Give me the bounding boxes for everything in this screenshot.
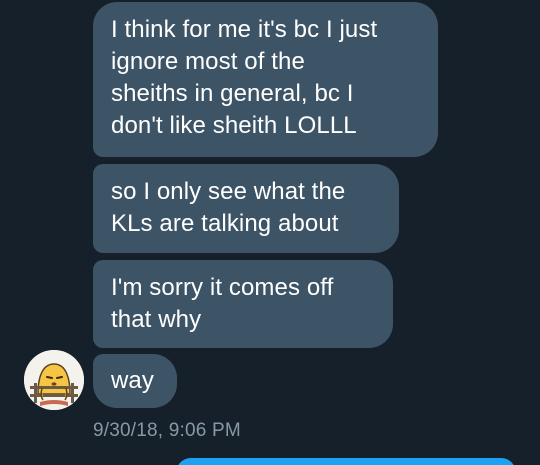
message-line: ignore most of the bbox=[111, 48, 305, 75]
outgoing-message-bubble[interactable] bbox=[176, 458, 516, 465]
message-line: that why bbox=[111, 306, 202, 333]
message-bubble[interactable]: way bbox=[93, 354, 177, 408]
message-line: so I only see what the bbox=[111, 178, 346, 205]
gudetama-egg-icon bbox=[24, 350, 84, 410]
message-line: sheiths in general, bc I bbox=[111, 80, 354, 107]
conversation-view: I think for me it's bc I just ignore mos… bbox=[0, 0, 540, 465]
message-bubble[interactable]: I think for me it's bc I just ignore mos… bbox=[93, 2, 438, 157]
message-line: don't like sheith LOLLL bbox=[111, 112, 357, 139]
message-line: I'm sorry it comes off bbox=[111, 274, 334, 301]
message-line: I think for me it's bc I just bbox=[111, 16, 378, 43]
message-line: way bbox=[111, 367, 154, 394]
message-line: KLs are talking about bbox=[111, 210, 339, 237]
message-bubble[interactable]: so I only see what the KLs are talking a… bbox=[93, 164, 399, 253]
message-bubble[interactable]: I'm sorry it comes off that why bbox=[93, 260, 393, 348]
sender-avatar[interactable] bbox=[24, 350, 84, 410]
message-timestamp: 9/30/18, 9:06 PM bbox=[93, 420, 241, 441]
